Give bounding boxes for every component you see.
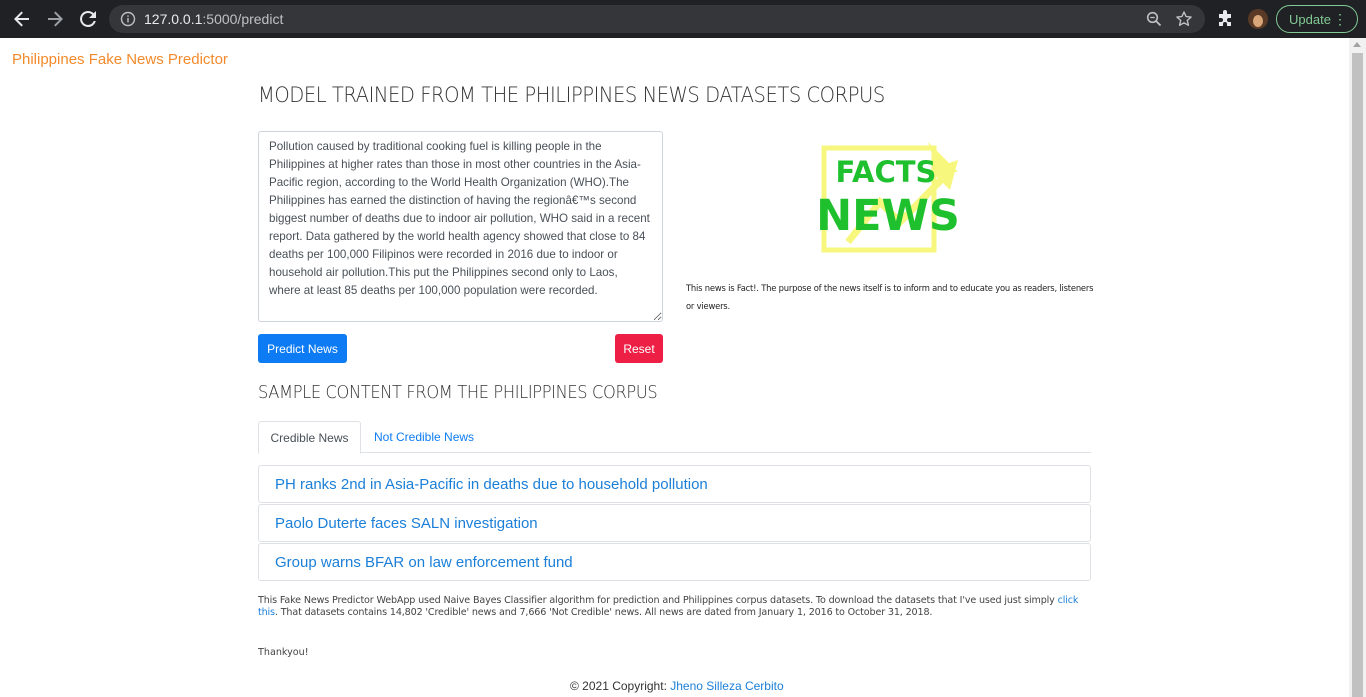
update-label: Update <box>1289 11 1331 27</box>
info-icon[interactable] <box>120 11 136 27</box>
page-content: Philippines Fake News Predictor MODEL TR… <box>0 38 1349 697</box>
tab-not-credible-news[interactable]: Not Credible News <box>374 421 474 453</box>
extensions-puzzle-icon[interactable] <box>1216 10 1234 28</box>
sample-news-item[interactable]: Paolo Duterte faces SALN investigation <box>258 504 1091 542</box>
profile-avatar[interactable] <box>1248 9 1268 29</box>
predict-news-button[interactable]: Predict News <box>258 334 347 363</box>
page-scrollbar[interactable] <box>1349 38 1366 697</box>
sample-news-item[interactable]: PH ranks 2nd in Asia-Pacific in deaths d… <box>258 465 1091 503</box>
update-button[interactable]: Update ⋮ <box>1276 5 1358 33</box>
zoom-icon[interactable] <box>1146 11 1162 27</box>
author-link[interactable]: Jheno Silleza Cerbito <box>670 679 783 693</box>
bookmark-star-icon[interactable] <box>1175 10 1193 28</box>
tab-credible-news[interactable]: Credible News <box>258 421 361 454</box>
back-icon[interactable] <box>11 8 33 30</box>
scroll-up-icon[interactable] <box>1353 42 1361 47</box>
thanks-text: Thankyou! <box>258 647 309 658</box>
facts-logo-top: FACTS <box>836 155 937 189</box>
browser-toolbar: 127.0.0.1:5000/predict Update ⋮ <box>0 0 1366 38</box>
facts-news-logo: FACTS NEWS <box>816 142 960 253</box>
sample-tabs: Credible News Not Credible News <box>258 421 1091 454</box>
reset-button[interactable]: Reset <box>615 334 663 363</box>
navbar-brand[interactable]: Philippines Fake News Predictor <box>12 51 228 68</box>
scrollbar-thumb[interactable] <box>1352 53 1363 697</box>
sample-heading: SAMPLE CONTENT FROM THE PHILIPPINES CORP… <box>258 383 658 403</box>
about-text: This Fake News Predictor WebApp used Nai… <box>258 595 1079 618</box>
page-title: MODEL TRAINED FROM THE PHILIPPINES NEWS … <box>258 83 885 107</box>
reload-icon[interactable] <box>77 8 99 30</box>
facts-logo-bottom: NEWS <box>816 191 960 241</box>
prediction-result-text: This news is Fact!. The purpose of the n… <box>686 283 1094 311</box>
url-text: 127.0.0.1:5000/predict <box>144 11 284 27</box>
forward-icon[interactable] <box>44 8 66 30</box>
more-vert-icon[interactable]: ⋮ <box>1333 12 1347 26</box>
address-bar[interactable]: 127.0.0.1:5000/predict <box>109 5 1205 33</box>
footer-copyright: © 2021 Copyright: Jheno Silleza Cerbito <box>570 679 784 693</box>
sample-news-item[interactable]: Group warns BFAR on law enforcement fund <box>258 543 1091 581</box>
news-input[interactable]: Pollution caused by traditional cooking … <box>258 131 663 322</box>
